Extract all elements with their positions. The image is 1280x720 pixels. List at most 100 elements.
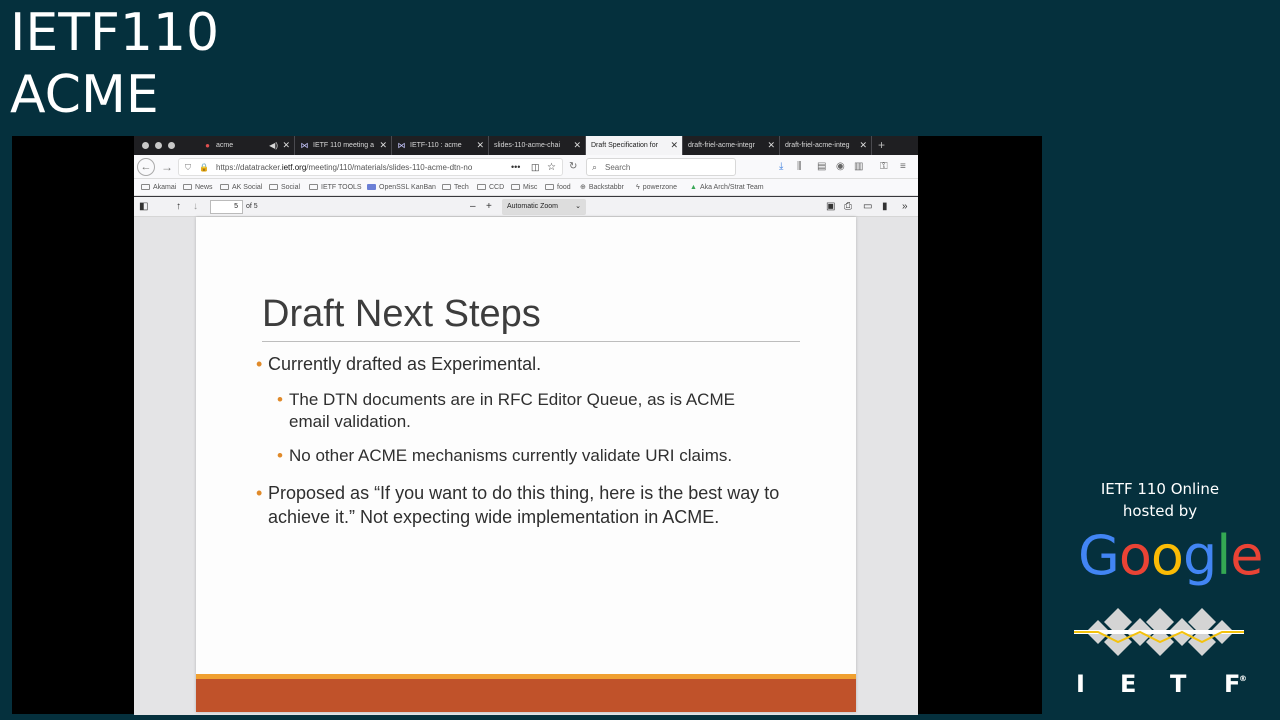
back-button[interactable]: ← <box>137 158 155 176</box>
close-tab-icon[interactable]: ✕ <box>476 136 484 155</box>
meetecho-icon: ⋈ <box>397 141 406 150</box>
presentation-mode-icon[interactable]: ▣ <box>826 197 835 217</box>
zoom-window-icon[interactable] <box>168 142 175 149</box>
speaker-icon[interactable]: ◀) <box>269 136 278 155</box>
url-prefix: https://datatracker. <box>216 163 282 172</box>
search-icon: ⌕ <box>592 162 598 172</box>
download-icon[interactable]: ⤓ <box>779 158 783 176</box>
next-page-icon[interactable]: ↓ <box>193 197 198 217</box>
sidebar-icon[interactable]: ▤ <box>817 158 826 176</box>
bookmark-label: Social <box>281 184 301 191</box>
bookmark-label: OpenSSL KanBan <box>379 184 436 191</box>
save-icon[interactable]: ▭ <box>863 197 872 217</box>
bookmark-openssl-kanban[interactable]: OpenSSL KanBan <box>367 179 436 196</box>
bookmark-label: food <box>557 184 571 191</box>
zoom-out-button[interactable]: – <box>470 197 476 217</box>
print-icon[interactable]: ⎙ <box>844 197 852 217</box>
folder-icon <box>477 184 486 190</box>
bookmark-food[interactable]: food <box>545 179 571 196</box>
tools-icon[interactable]: » <box>902 197 908 217</box>
google-letter: o <box>1118 524 1152 587</box>
tracking-shield-icon[interactable]: ⛉ <box>185 159 191 176</box>
tab-slides[interactable]: slides-110-acme-chai ✕ <box>489 136 586 155</box>
bookmark-label: AK Social <box>232 184 263 191</box>
search-placeholder: Search <box>605 163 631 172</box>
drive-icon: ▲ <box>690 184 697 191</box>
tab-label: Draft Specification for <box>591 142 658 149</box>
bookmark-backstabbr[interactable]: ⊕ Backstabbr <box>580 179 624 196</box>
ietf-letter: I <box>1076 670 1085 698</box>
ietf-letter: T <box>1170 670 1187 698</box>
bookmark-misc[interactable]: Misc <box>511 179 537 196</box>
bookmark-ccd[interactable]: CCD <box>477 179 504 196</box>
bookmark-label: Aka Arch/Strat Team <box>699 184 764 191</box>
bullet-dot: • <box>277 390 283 409</box>
folder-icon <box>309 184 318 190</box>
bookmark-akamai[interactable]: Akamai <box>141 179 176 196</box>
bookmark-star-icon[interactable]: ☆ <box>547 159 556 176</box>
zoom-select[interactable]: Automatic Zoom ⌄ <box>502 199 586 215</box>
extensions-icon[interactable]: ▥ <box>854 158 863 176</box>
bookmark-social[interactable]: Social <box>269 179 300 196</box>
bookmark-ietf-tools[interactable]: IETF TOOLS <box>309 179 362 196</box>
account-icon[interactable]: ◉ <box>836 158 845 176</box>
bookmark-powerzone[interactable]: ϟ powerzone <box>636 179 677 196</box>
close-tab-icon[interactable]: ✕ <box>859 136 867 155</box>
zoom-in-button[interactable]: + <box>486 197 492 217</box>
title-divider <box>262 341 800 342</box>
bookmark-icon[interactable]: ▮ <box>882 197 888 217</box>
previous-page-icon[interactable]: ↑ <box>176 197 181 217</box>
page-actions-icon[interactable]: ••• <box>511 159 520 176</box>
close-tab-icon[interactable]: ✕ <box>670 136 678 155</box>
pdf-viewport[interactable]: Draft Next Steps • Currently drafted as … <box>134 217 918 715</box>
url-bar[interactable]: ⛉ 🔒 https://datatracker.ietf.org/meeting… <box>178 158 563 176</box>
forward-button[interactable]: → <box>161 158 173 176</box>
bookmark-label: CCD <box>489 184 505 191</box>
bullet-text: No other ACME mechanisms currently valid… <box>289 446 733 465</box>
sponsor-text: IETF 110 Online hosted by <box>1080 478 1240 522</box>
sponsor-line2: hosted by <box>1122 502 1198 520</box>
github-cat-icon: ● <box>205 141 210 150</box>
minimize-window-icon[interactable] <box>155 142 162 149</box>
gift-icon[interactable]: ⚿ <box>880 158 888 176</box>
tab-draft-specification[interactable]: Draft Specification for ✕ <box>586 136 683 155</box>
close-tab-icon[interactable]: ✕ <box>767 136 775 155</box>
close-tab-icon[interactable]: ✕ <box>573 136 581 155</box>
pocket-icon[interactable]: ◫ <box>531 159 540 176</box>
bookmark-label: Akamai <box>153 184 177 191</box>
close-tab-icon[interactable]: ✕ <box>282 136 290 155</box>
tab-draft-friel-2[interactable]: draft-friel-acme-integ ✕ <box>780 136 872 155</box>
bullet-item: • No other ACME mechanisms currently val… <box>277 445 789 467</box>
bookmark-ak-social[interactable]: AK Social <box>220 179 262 196</box>
folder-icon <box>511 184 520 190</box>
bullet-dot: • <box>277 446 283 465</box>
close-window-icon[interactable] <box>142 142 149 149</box>
bookmark-aka-arch[interactable]: ▲ Aka Arch/Strat Team <box>690 179 764 196</box>
google-letter: e <box>1230 524 1263 587</box>
reload-icon[interactable]: ↻ <box>569 158 577 176</box>
bullet-text: Currently drafted as Experimental. <box>268 354 542 374</box>
tab-ietf-acme[interactable]: ⋈ IETF-110 : acme ✕ <box>392 136 489 155</box>
tab-draft-friel-1[interactable]: draft-friel-acme-integr ✕ <box>683 136 780 155</box>
ietf-letter: F <box>1224 670 1241 698</box>
tab-label: IETF 110 meeting a <box>313 142 374 149</box>
close-tab-icon[interactable]: ✕ <box>379 136 387 155</box>
meeting-title-line1: IETF110 <box>10 3 220 63</box>
folder-icon <box>141 184 150 190</box>
bookmark-news[interactable]: News <box>183 179 213 196</box>
bookmark-label: Tech <box>454 184 469 191</box>
bullet-item: • The DTN documents are in RFC Editor Qu… <box>277 389 769 433</box>
toggle-sidebar-icon[interactable]: ◧ <box>139 197 148 217</box>
footer-band <box>196 679 856 712</box>
bullet-item: • Currently drafted as Experimental. <box>256 352 788 376</box>
bookmark-tech[interactable]: Tech <box>442 179 469 196</box>
search-bar[interactable]: ⌕ Search <box>586 158 736 176</box>
lock-icon[interactable]: 🔒 <box>199 159 209 176</box>
bullet-dot: • <box>256 483 263 503</box>
hamburger-menu-icon[interactable]: ≡ <box>900 158 906 176</box>
library-icon[interactable]: ⫼ <box>797 158 802 176</box>
tab-ietf-meeting[interactable]: ⋈ IETF 110 meeting a ✕ <box>295 136 392 155</box>
page-number-input[interactable]: 5 <box>210 200 243 214</box>
new-tab-button[interactable]: + <box>878 136 885 155</box>
tab-acme[interactable]: ● acme ◀) ✕ <box>198 136 295 155</box>
